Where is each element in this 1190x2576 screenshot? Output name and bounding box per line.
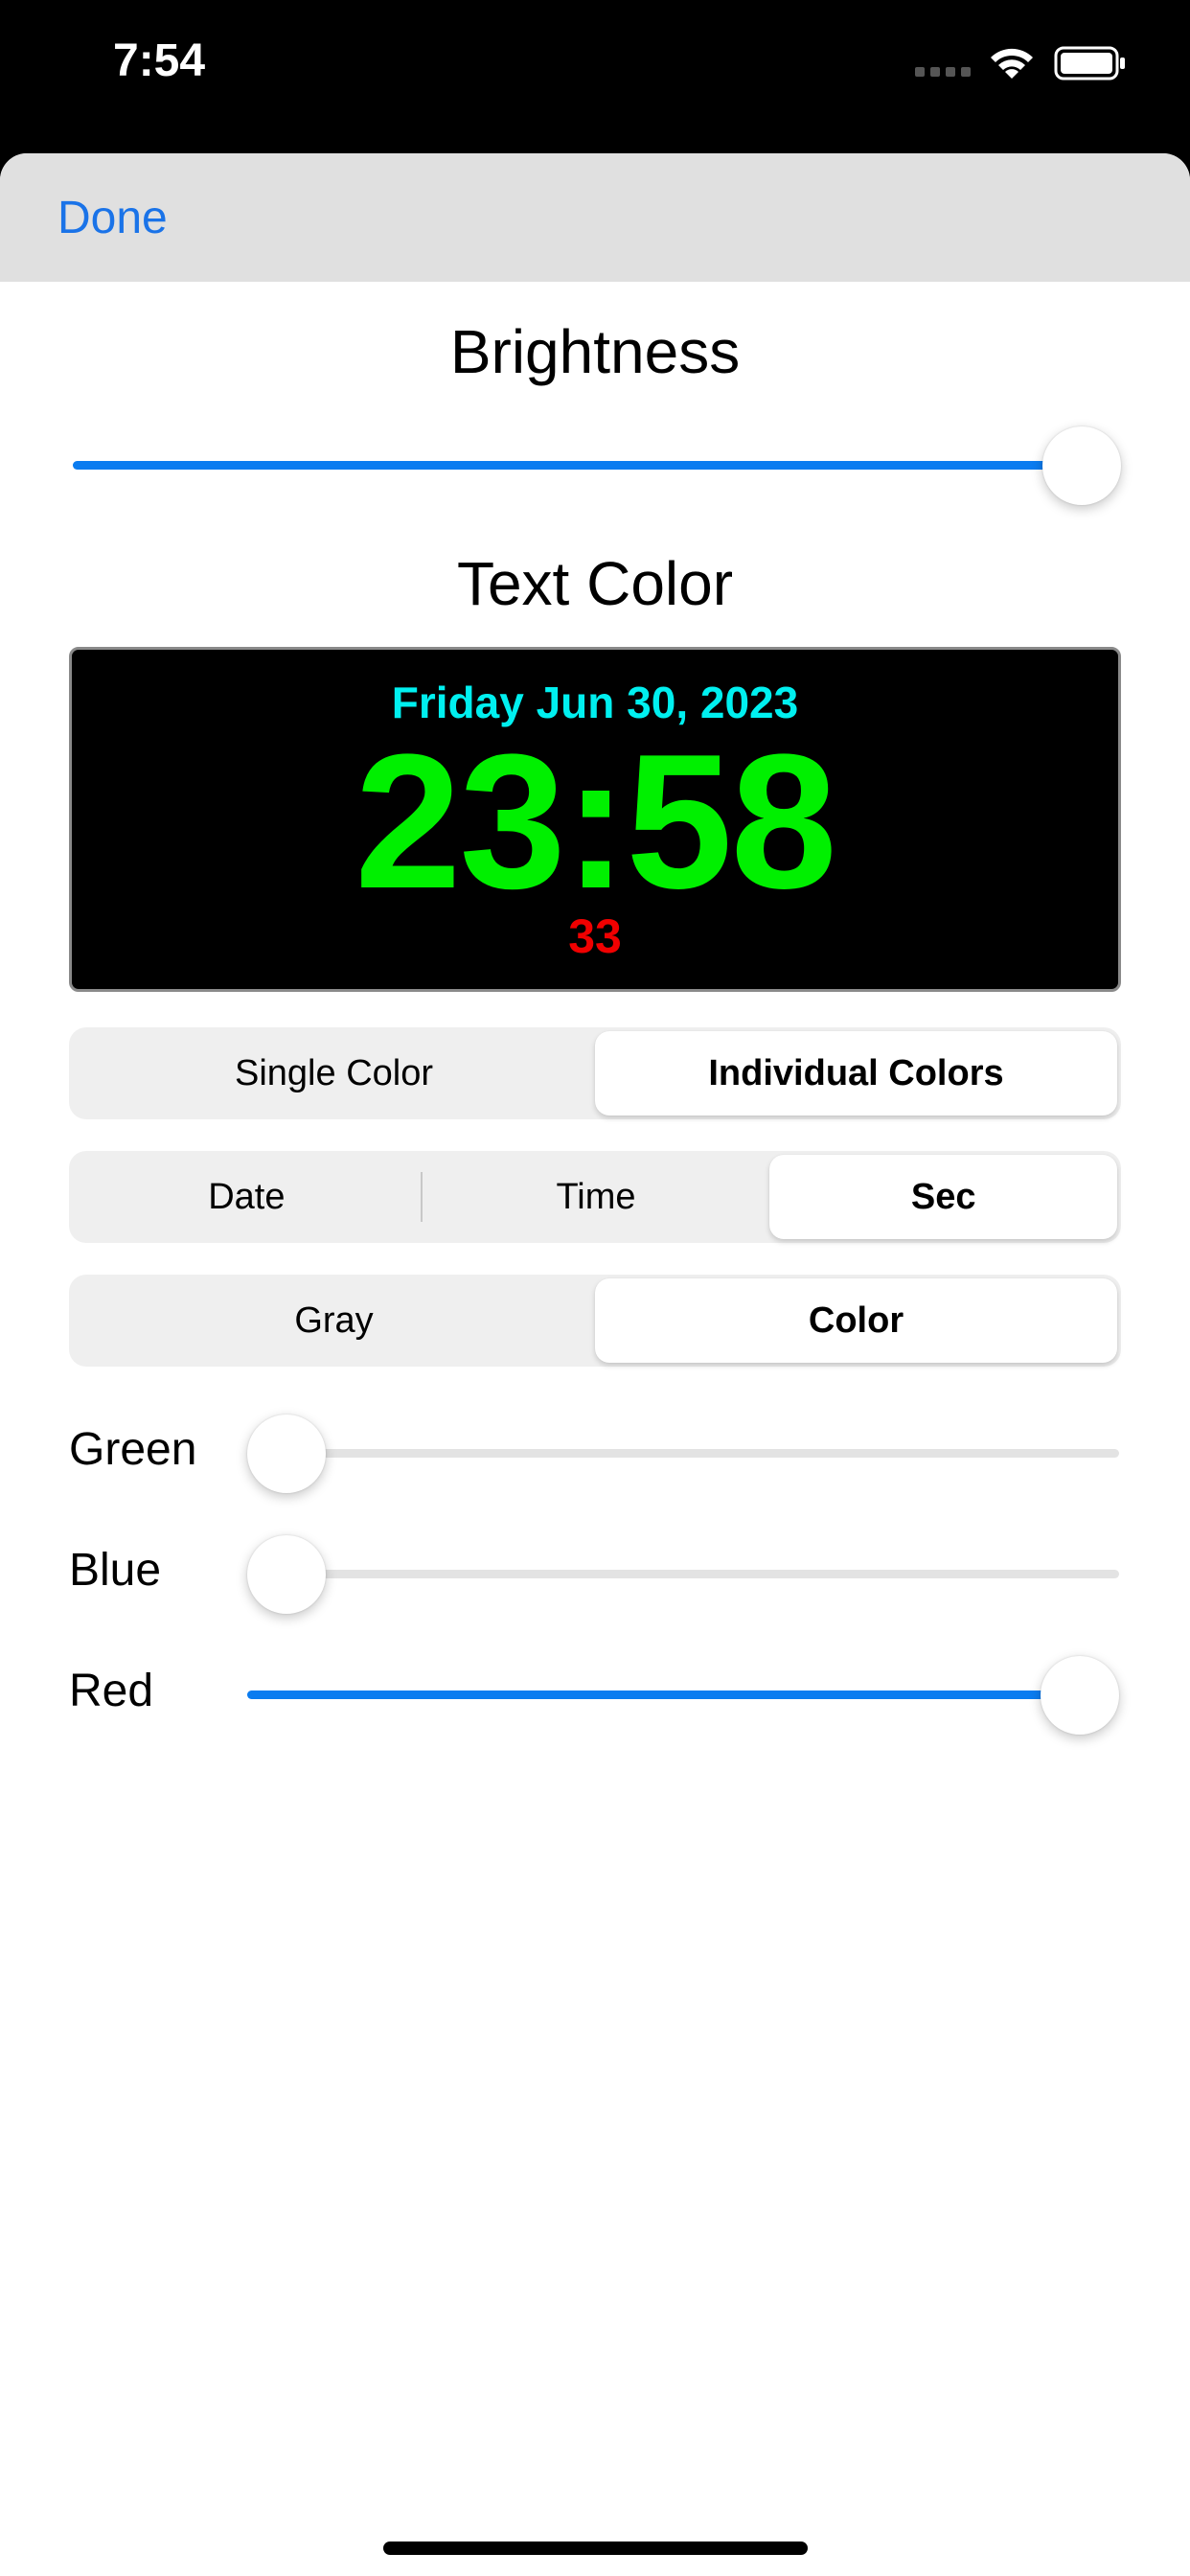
slider-fill <box>73 461 1082 470</box>
blue-label: Blue <box>69 1545 162 1596</box>
text-part-control: Date Time Sec <box>69 1151 1121 1243</box>
nav-bar: Done <box>0 153 1190 282</box>
slider-track <box>247 1449 1119 1458</box>
segment-single-color[interactable]: Single Color <box>73 1031 595 1116</box>
text-color-title: Text Color <box>456 549 734 618</box>
slider-thumb[interactable] <box>1042 426 1121 505</box>
brightness-slider[interactable] <box>73 425 1121 505</box>
wifi-icon <box>991 48 1033 79</box>
settings-sheet: Done Brightness Text Color Friday Jun 30… <box>0 153 1190 2576</box>
slider-thumb[interactable] <box>247 1535 326 1614</box>
battery-icon <box>1054 46 1125 80</box>
signal-icon <box>915 67 971 77</box>
color-mode-control: Single Color Individual Colors <box>69 1027 1121 1119</box>
segment-date[interactable]: Date <box>73 1155 421 1239</box>
segment-color[interactable]: Color <box>595 1278 1117 1363</box>
blue-slider[interactable] <box>247 1533 1119 1614</box>
status-time: 7:54 <box>113 35 206 86</box>
brightness-title: Brightness <box>449 317 741 386</box>
green-label: Green <box>69 1424 197 1475</box>
slider-fill <box>247 1690 1080 1699</box>
green-slider[interactable] <box>247 1413 1119 1493</box>
status-bar: 7:54 <box>0 0 1190 153</box>
red-slider[interactable] <box>247 1654 1119 1735</box>
slider-thumb[interactable] <box>247 1414 326 1493</box>
preview-seconds: 33 <box>568 909 622 963</box>
segment-sec[interactable]: Sec <box>769 1155 1118 1239</box>
segment-gray[interactable]: Gray <box>73 1278 595 1363</box>
red-label: Red <box>69 1666 154 1716</box>
clock-preview: Friday Jun 30, 2023 23:58 33 <box>69 647 1121 992</box>
segment-time[interactable]: Time <box>423 1155 770 1239</box>
done-button[interactable]: Done <box>57 192 168 244</box>
slider-track <box>247 1570 1119 1578</box>
segment-individual-colors[interactable]: Individual Colors <box>595 1031 1117 1116</box>
palette-control: Gray Color <box>69 1275 1121 1367</box>
preview-time: 23:58 <box>355 715 837 929</box>
home-indicator <box>383 2542 808 2555</box>
slider-thumb[interactable] <box>1041 1656 1119 1735</box>
